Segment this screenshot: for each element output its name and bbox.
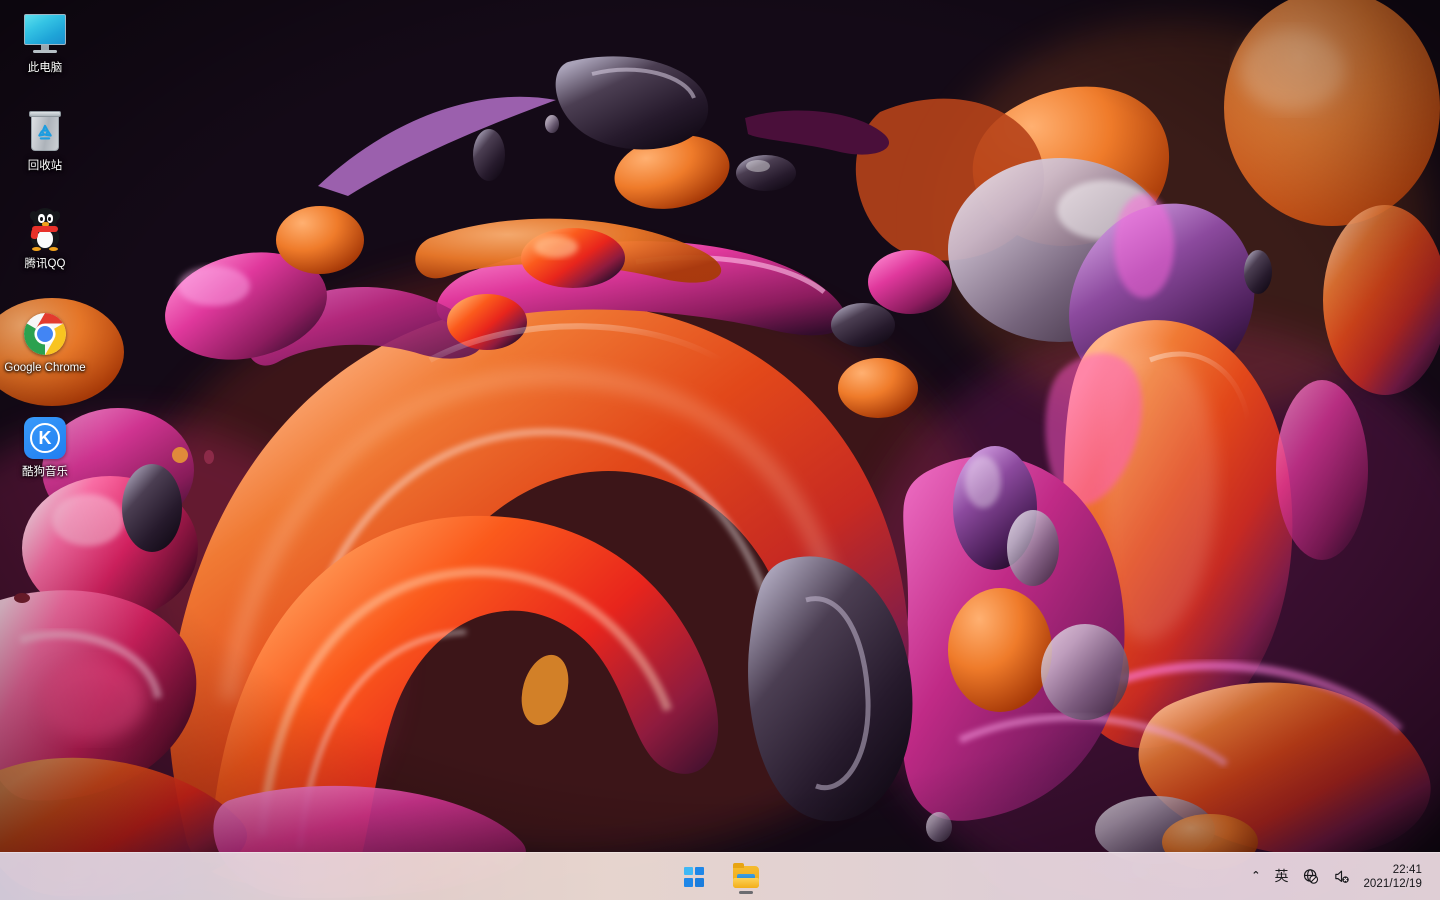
desktop-wallpaper — [0, 0, 1440, 900]
desktop-icon-label: 回收站 — [27, 160, 63, 172]
recycle-bin-icon — [21, 108, 69, 156]
speaker-muted-icon — [1335, 870, 1350, 883]
kugou-letter: K — [30, 423, 60, 453]
desktop-icon-label: 腾讯QQ — [24, 258, 66, 270]
tray-ime-indicator[interactable]: 英 — [1267, 859, 1295, 895]
desktop-icon-this-pc[interactable]: 此电脑 — [2, 10, 88, 75]
taskbar-item-file-explorer[interactable] — [724, 857, 768, 897]
desktop-icon-tencent-qq[interactable]: 腾讯QQ — [2, 206, 88, 271]
folder-icon — [733, 863, 759, 888]
qq-penguin-icon — [21, 206, 69, 254]
taskbar[interactable]: ⌃ 英 22:41 2021/12/19 — [0, 852, 1440, 900]
chrome-icon — [21, 310, 69, 358]
system-tray: ⌃ 英 22:41 2021/12/19 — [1244, 853, 1440, 900]
monitor-icon — [21, 10, 69, 58]
globe-no-internet-icon — [1304, 869, 1319, 884]
ime-indicator-icon: 英 — [1274, 868, 1289, 885]
desktop-root[interactable]: 此电脑 回收站 腾讯QQ Google Chrome K 酷狗音乐 ⌃ 英 22… — [0, 0, 1440, 900]
tray-overflow-button[interactable]: ⌃ — [1244, 859, 1267, 895]
clock-time: 22:41 — [1392, 863, 1422, 876]
tray-volume-button[interactable] — [1326, 859, 1357, 895]
kugou-music-icon: K — [21, 414, 69, 462]
chevron-up-icon: ⌃ — [1251, 870, 1261, 882]
clock-date: 2021/12/19 — [1363, 877, 1422, 890]
windows-logo-icon — [684, 866, 704, 887]
desktop-icon-label: Google Chrome — [4, 362, 86, 374]
desktop-icon-label: 此电脑 — [27, 62, 63, 74]
tray-network-button[interactable] — [1295, 859, 1326, 895]
taskbar-active-indicator — [739, 890, 753, 894]
taskbar-center-group — [672, 853, 768, 900]
desktop-icon-google-chrome[interactable]: Google Chrome — [2, 310, 88, 375]
taskbar-clock[interactable]: 22:41 2021/12/19 — [1357, 857, 1432, 897]
start-button[interactable] — [672, 857, 716, 897]
desktop-icon-kugou-music[interactable]: K 酷狗音乐 — [2, 414, 88, 479]
desktop-icon-label: 酷狗音乐 — [22, 466, 68, 478]
desktop-icon-recycle-bin[interactable]: 回收站 — [2, 108, 88, 173]
